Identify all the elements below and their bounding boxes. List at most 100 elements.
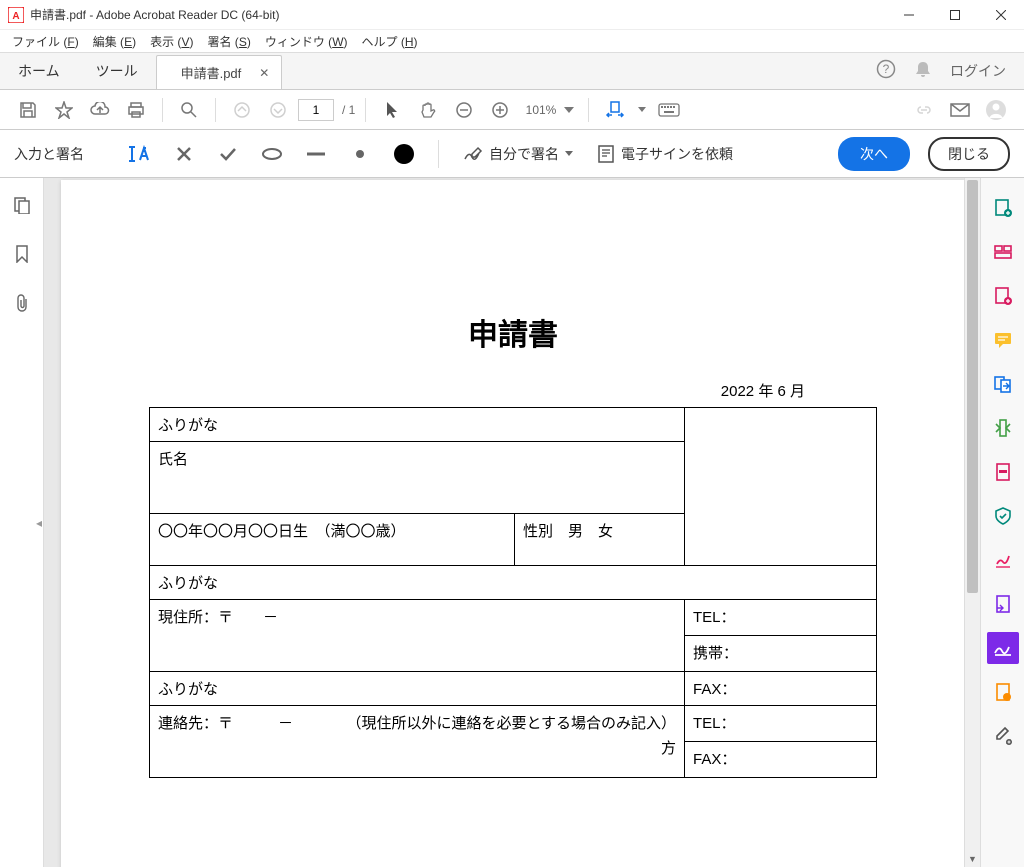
cell-dob: 〇〇年〇〇月〇〇日生 （満〇〇歳） bbox=[150, 514, 515, 566]
zoom-out-icon[interactable] bbox=[448, 94, 480, 126]
menu-sign[interactable]: 署名 (S) bbox=[201, 31, 256, 52]
fillsign-tool-icon[interactable] bbox=[987, 632, 1019, 664]
chevron-down-icon bbox=[565, 151, 573, 156]
export-icon[interactable] bbox=[987, 544, 1019, 576]
cell-furigana1: ふりがな bbox=[150, 408, 685, 442]
create-pdf-icon[interactable] bbox=[987, 192, 1019, 224]
menu-window[interactable]: ウィンドウ (W) bbox=[259, 31, 354, 52]
keyboard-icon[interactable] bbox=[653, 94, 685, 126]
circle-tool-icon[interactable] bbox=[254, 136, 290, 172]
cell-furigana3: ふりがな bbox=[150, 672, 685, 706]
protect-icon[interactable] bbox=[987, 500, 1019, 532]
save-icon[interactable] bbox=[12, 94, 44, 126]
compress-icon[interactable] bbox=[987, 412, 1019, 444]
select-tool-icon[interactable] bbox=[376, 94, 408, 126]
fillsign-toolbar: 入力と署名 自分で署名 電子サインを依頼 次へ 閉じる bbox=[0, 130, 1024, 178]
close-fillsign-button[interactable]: 閉じる bbox=[928, 137, 1010, 171]
close-button[interactable] bbox=[978, 0, 1024, 30]
zoom-dropdown-icon[interactable] bbox=[560, 94, 578, 126]
next-button[interactable]: 次へ bbox=[838, 137, 910, 171]
cell-fax2: FAX： bbox=[685, 742, 877, 778]
text-tool-icon[interactable] bbox=[122, 136, 158, 172]
svg-text:?: ? bbox=[883, 62, 890, 76]
tab-tools[interactable]: ツール bbox=[78, 53, 156, 89]
cell-fax: FAX： bbox=[685, 672, 877, 706]
page-number-input[interactable] bbox=[298, 99, 334, 121]
hand-tool-icon[interactable] bbox=[412, 94, 444, 126]
doc-date: 2022 年 6 月 bbox=[149, 380, 877, 401]
fit-width-icon[interactable] bbox=[599, 94, 631, 126]
cell-tel: TEL： bbox=[685, 600, 877, 636]
request-sign-button[interactable]: 電子サインを依頼 bbox=[589, 144, 741, 164]
page-up-icon[interactable] bbox=[226, 94, 258, 126]
menu-view[interactable]: 表示 (V) bbox=[144, 31, 199, 52]
cell-tel2: TEL： bbox=[685, 706, 877, 742]
check-tool-icon[interactable] bbox=[210, 136, 246, 172]
attachments-icon[interactable] bbox=[14, 294, 30, 317]
tab-bar: ホーム ツール 申請書.pdf ✕ ? ログイン bbox=[0, 52, 1024, 90]
share-link-icon[interactable] bbox=[908, 94, 940, 126]
convert-icon[interactable] bbox=[987, 588, 1019, 620]
main-toolbar: / 1 101% bbox=[0, 90, 1024, 130]
svg-text:A: A bbox=[12, 11, 19, 22]
cell-furigana2: ふりがな bbox=[150, 566, 877, 600]
fit-dropdown-icon[interactable] bbox=[635, 94, 649, 126]
cell-address: 現住所：〒 － bbox=[150, 600, 685, 672]
zoom-value: 101% bbox=[520, 103, 556, 117]
dot-tool-icon[interactable] bbox=[342, 136, 378, 172]
doc-title: 申請書 bbox=[149, 310, 877, 354]
login-button[interactable]: ログイン bbox=[950, 61, 1006, 81]
content-area: ◂ 申請書 2022 年 6 月 ふりがな 氏名 〇〇年〇〇月〇〇日生 （満〇〇… bbox=[0, 178, 1024, 867]
signature-icon bbox=[463, 145, 483, 163]
zoom-in-icon[interactable] bbox=[484, 94, 516, 126]
menu-help[interactable]: ヘルプ (H) bbox=[356, 31, 424, 52]
organize-icon[interactable] bbox=[987, 368, 1019, 400]
left-nav-panel: ◂ bbox=[0, 178, 44, 867]
line-tool-icon[interactable] bbox=[298, 136, 334, 172]
tab-document-label: 申請書.pdf bbox=[181, 63, 242, 82]
redact-icon[interactable] bbox=[987, 456, 1019, 488]
scrollbar-thumb[interactable] bbox=[967, 180, 978, 593]
help-icon[interactable]: ? bbox=[876, 59, 896, 84]
menu-edit[interactable]: 編集 (E) bbox=[87, 31, 142, 52]
pdf-page: 申請書 2022 年 6 月 ふりがな 氏名 〇〇年〇〇月〇〇日生 （満〇〇歳）… bbox=[61, 180, 965, 867]
minimize-button[interactable] bbox=[886, 0, 932, 30]
scroll-down-icon[interactable]: ▼ bbox=[965, 851, 980, 867]
email-icon[interactable] bbox=[944, 94, 976, 126]
vertical-scrollbar[interactable]: ▼ bbox=[964, 178, 980, 867]
print-icon[interactable] bbox=[120, 94, 152, 126]
combine-icon[interactable] bbox=[987, 236, 1019, 268]
cell-name: 氏名 bbox=[150, 442, 685, 514]
app-icon: A bbox=[8, 7, 24, 23]
cross-tool-icon[interactable] bbox=[166, 136, 202, 172]
cell-contact: 連絡先：〒 － （現住所以外に連絡を必要とする場合のみ記入） 方 bbox=[150, 706, 685, 778]
panel-collapse-icon[interactable]: ◂ bbox=[34, 503, 44, 543]
right-tools-panel bbox=[980, 178, 1024, 867]
tab-document[interactable]: 申請書.pdf ✕ bbox=[156, 55, 283, 89]
comment-icon[interactable] bbox=[987, 324, 1019, 356]
cell-photo bbox=[685, 408, 877, 566]
color-picker-icon[interactable] bbox=[386, 136, 422, 172]
document-viewport[interactable]: 申請書 2022 年 6 月 ふりがな 氏名 〇〇年〇〇月〇〇日生 （満〇〇歳）… bbox=[44, 178, 980, 867]
star-icon[interactable] bbox=[48, 94, 80, 126]
menu-file[interactable]: ファイル (F) bbox=[6, 31, 85, 52]
menu-bar: ファイル (F) 編集 (E) 表示 (V) 署名 (S) ウィンドウ (W) … bbox=[0, 30, 1024, 52]
window-titlebar: A 申請書.pdf - Adobe Acrobat Reader DC (64-… bbox=[0, 0, 1024, 30]
edit-pdf-icon[interactable] bbox=[987, 280, 1019, 312]
page-down-icon[interactable] bbox=[262, 94, 294, 126]
bookmarks-icon[interactable] bbox=[15, 245, 29, 268]
document-icon bbox=[597, 144, 615, 164]
tab-home[interactable]: ホーム bbox=[0, 53, 78, 89]
stamp-icon[interactable] bbox=[987, 676, 1019, 708]
notifications-icon[interactable] bbox=[914, 60, 932, 83]
cloud-upload-icon[interactable] bbox=[84, 94, 116, 126]
more-tools-icon[interactable] bbox=[987, 720, 1019, 752]
self-sign-button[interactable]: 自分で署名 bbox=[455, 144, 581, 164]
maximize-button[interactable] bbox=[932, 0, 978, 30]
page-total-label: / 1 bbox=[342, 103, 355, 117]
thumbnails-icon[interactable] bbox=[13, 196, 31, 219]
cell-mobile: 携帯： bbox=[685, 636, 877, 672]
tab-close-icon[interactable]: ✕ bbox=[259, 66, 269, 80]
find-icon[interactable] bbox=[173, 94, 205, 126]
account-icon[interactable] bbox=[980, 94, 1012, 126]
